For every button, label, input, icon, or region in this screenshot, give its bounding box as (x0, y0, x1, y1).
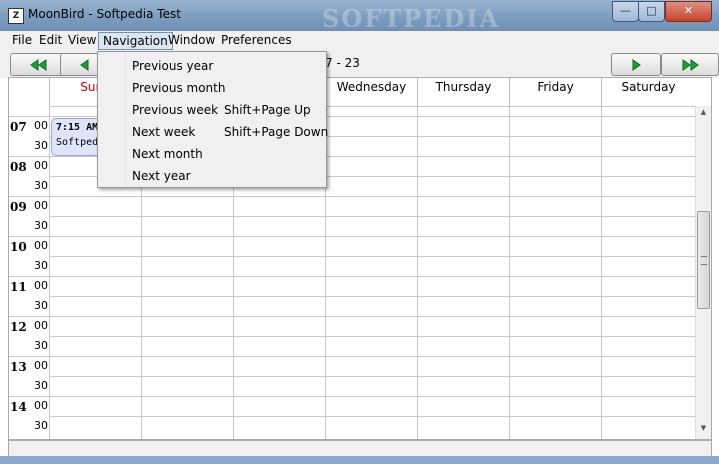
grid-row-line (49, 296, 695, 297)
menu-edit[interactable]: Edit (35, 31, 66, 49)
menu-item-previous-year[interactable]: Previous year (100, 55, 322, 77)
menu-preferences[interactable]: Preferences (217, 31, 296, 49)
menu-item-previous-week[interactable]: Previous week Shift+Page Up (100, 99, 322, 121)
minute-label: 30 (34, 339, 48, 352)
maximize-button[interactable]: □ (638, 1, 665, 22)
minute-label: 00 (34, 319, 48, 332)
hour-label: 14 (10, 400, 27, 414)
menu-item-previous-month[interactable]: Previous month (100, 77, 322, 99)
grid-row-line (9, 276, 695, 277)
minute-label: 00 (34, 279, 48, 292)
hour-label: 07 (10, 120, 27, 134)
menu-navigation[interactable]: Navigation (98, 32, 173, 50)
day-column-line (417, 106, 418, 439)
minute-label: 30 (34, 259, 48, 272)
day-header-friday[interactable]: Friday (509, 78, 601, 106)
grid-row-line (9, 196, 695, 197)
minute-label: 00 (34, 119, 48, 132)
grid-row-line (49, 376, 695, 377)
grid-row-line (49, 216, 695, 217)
menu-bar: File Edit View Navigation Window Prefere… (0, 31, 719, 51)
grid-row-line (9, 316, 695, 317)
day-header-saturday[interactable]: Saturday (601, 78, 695, 106)
right-arrow-icon (632, 58, 641, 71)
minute-label: 30 (34, 219, 48, 232)
day-column-line (49, 106, 50, 439)
left-arrow-icon (80, 58, 89, 71)
menu-item-label: Previous month (132, 81, 226, 95)
event-title: Softpedia (56, 137, 102, 148)
minute-label: 30 (34, 419, 48, 432)
day-header-thursday[interactable]: Thursday (417, 78, 509, 106)
minute-label: 00 (34, 359, 48, 372)
menu-view[interactable]: View (64, 31, 100, 49)
hour-label: 12 (10, 320, 27, 334)
minute-label: 00 (34, 199, 48, 212)
scroll-grip-icon (701, 256, 707, 265)
grid-row-line (9, 356, 695, 357)
window-title: MoonBird - Softpedia Test (28, 7, 181, 21)
menu-item-next-week[interactable]: Next week Shift+Page Down (100, 121, 328, 143)
menu-item-label: Previous year (132, 59, 214, 73)
scroll-thumb[interactable] (697, 211, 710, 309)
menu-item-next-year[interactable]: Next year (100, 165, 322, 187)
minute-label: 30 (34, 299, 48, 312)
minute-label: 00 (34, 399, 48, 412)
minute-label: 30 (34, 179, 48, 192)
minute-label: 30 (34, 379, 48, 392)
title-bar: Z MoonBird - Softpedia Test SOFTPEDIA — … (0, 0, 719, 33)
double-right-arrow-icon (682, 58, 699, 71)
day-column-line (509, 106, 510, 439)
minimize-button[interactable]: — (612, 1, 639, 22)
navigation-dropdown-menu: Previous year Previous month Previous week… (97, 51, 328, 188)
window-frame-bottom (0, 456, 719, 464)
event-time: 7:15 AM (56, 122, 99, 133)
menu-item-label: Next year (132, 169, 191, 183)
week-range-label: 7 - 23 (325, 56, 360, 70)
calendar-event[interactable]: 7:15 AM Softpedia (51, 118, 103, 156)
hour-label: 10 (10, 240, 27, 254)
next-fast-button[interactable] (661, 53, 719, 76)
minute-label: 30 (34, 139, 48, 152)
menu-item-next-month[interactable]: Next month (100, 143, 322, 165)
vertical-scrollbar[interactable]: ▲ ▼ (695, 106, 711, 439)
hour-label: 08 (10, 160, 27, 174)
hour-label: 13 (10, 360, 27, 374)
close-button[interactable]: ✕ (665, 1, 712, 22)
hour-label: 11 (10, 280, 27, 294)
grid-row-line (49, 416, 695, 417)
grid-row-line (9, 236, 695, 237)
menu-item-shortcut: Shift+Page Down (224, 125, 329, 139)
menu-window[interactable]: Window (164, 31, 219, 49)
menu-item-label: Next week (132, 125, 196, 139)
menu-item-shortcut: Shift+Page Up (224, 103, 311, 117)
double-left-arrow-icon (30, 58, 47, 71)
softpedia-watermark: SOFTPEDIA (322, 4, 501, 33)
day-header-wednesday[interactable]: Wednesday (325, 78, 417, 106)
grid-row-line (49, 256, 695, 257)
grid-row-line (49, 336, 695, 337)
menu-item-label: Previous week (132, 103, 219, 117)
minute-label: 00 (34, 159, 48, 172)
menu-item-label: Next month (132, 147, 203, 161)
minute-label: 00 (34, 239, 48, 252)
day-column-line (601, 106, 602, 439)
menu-file[interactable]: File (8, 31, 36, 49)
app-icon[interactable]: Z (8, 8, 24, 24)
grid-row-line (9, 396, 695, 397)
scroll-up-arrow-icon[interactable]: ▲ (696, 108, 711, 116)
next-button[interactable] (611, 53, 661, 76)
scroll-down-arrow-icon[interactable]: ▼ (696, 424, 711, 432)
hour-label: 09 (10, 200, 27, 214)
